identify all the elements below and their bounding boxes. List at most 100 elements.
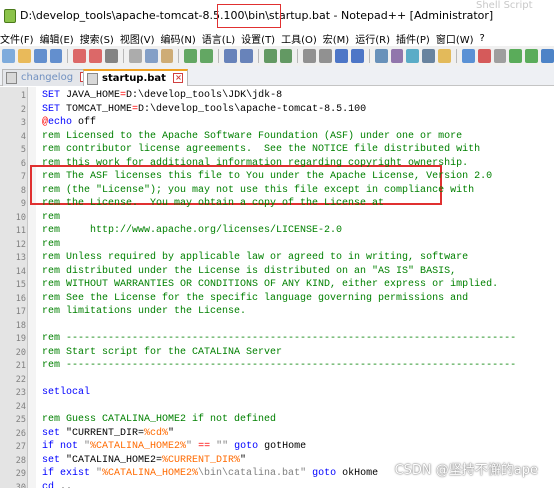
- tab-startup-bat[interactable]: startup.bat ×: [83, 69, 189, 86]
- code-line[interactable]: rem Licensed to the Apache Software Foun…: [42, 130, 462, 144]
- stop-icon[interactable]: [493, 49, 507, 63]
- code-token: rem Start script for the CATALINA Server: [42, 346, 283, 358]
- code-line[interactable]: cd ..: [42, 481, 72, 488]
- sync-v-icon[interactable]: [303, 49, 317, 63]
- menu-item[interactable]: 视图(V): [120, 31, 161, 46]
- menu-item[interactable]: 运行(R): [355, 31, 396, 46]
- redo-icon[interactable]: [200, 49, 214, 63]
- code-token: set: [42, 454, 67, 466]
- record-icon[interactable]: [477, 49, 491, 63]
- code-line[interactable]: rem See the License for the specific lan…: [42, 292, 468, 306]
- save-icon[interactable]: [33, 49, 47, 63]
- menu-item[interactable]: 语言(L): [202, 31, 241, 46]
- close-icon[interactable]: ×: [173, 73, 184, 83]
- code-token: %cd%: [144, 427, 169, 439]
- line-number: 18: [15, 320, 26, 331]
- code-line[interactable]: rem ------------------------------------…: [42, 332, 516, 346]
- code-line[interactable]: rem ------------------------------------…: [42, 359, 516, 373]
- code-line[interactable]: rem the License. You may obtain a copy o…: [42, 197, 384, 211]
- line-number: 16: [15, 293, 26, 304]
- play-multi-icon[interactable]: [525, 49, 539, 63]
- replace-icon[interactable]: [239, 49, 253, 63]
- code-line[interactable]: rem (the "License"); you may not use thi…: [42, 184, 474, 198]
- sync-h-icon[interactable]: [319, 49, 332, 63]
- menu-item[interactable]: 编辑(E): [40, 31, 80, 46]
- notepad-plus-plus-icon: [4, 9, 16, 23]
- code-token: %CATALINA_HOME2%: [90, 441, 187, 452]
- tab-changelog[interactable]: changelog ×: [2, 69, 96, 86]
- code-line[interactable]: if not "%CATALINA_HOME2%" == "" goto got…: [42, 440, 306, 454]
- close-all-icon[interactable]: [89, 49, 103, 63]
- zoom-out-icon[interactable]: [279, 49, 293, 63]
- line-number: 21: [15, 361, 26, 371]
- code-line[interactable]: rem distributed under the License is dis…: [42, 265, 456, 279]
- code-token: TOMCAT_HOME: [66, 103, 133, 115]
- code-line[interactable]: rem: [42, 238, 60, 252]
- code-line[interactable]: rem contributor license agreements. See …: [42, 143, 480, 157]
- code-line[interactable]: @echo off: [42, 116, 96, 130]
- code-line[interactable]: rem http://www.apache.org/licenses/LICEN…: [42, 224, 342, 238]
- code-line[interactable]: rem this work for additional information…: [42, 157, 468, 171]
- menu-item[interactable]: 窗口(W): [436, 31, 480, 46]
- new-icon[interactable]: [2, 49, 15, 63]
- copy-icon[interactable]: [144, 49, 158, 63]
- file-icon: [87, 73, 98, 85]
- open-icon[interactable]: [17, 49, 31, 63]
- code-line[interactable]: set "CATALINA_HOME2=%CURRENT_DIR%": [42, 454, 246, 468]
- code-line[interactable]: SET TOMCAT_HOME=D:\develop_tools\apache-…: [42, 103, 366, 117]
- save-all-icon[interactable]: [49, 49, 63, 63]
- find-icon[interactable]: [224, 49, 237, 63]
- all-chars-icon[interactable]: [350, 49, 364, 63]
- cut-icon[interactable]: [128, 49, 142, 63]
- save-macro-icon[interactable]: [541, 49, 554, 63]
- code-line[interactable]: rem: [42, 211, 60, 225]
- line-number: 8: [20, 185, 26, 196]
- fold-margin: [28, 87, 36, 488]
- code-line[interactable]: rem limitations under the License.: [42, 305, 246, 319]
- indent-guide-icon[interactable]: [374, 49, 388, 63]
- menu-item[interactable]: 搜索(S): [80, 31, 120, 46]
- paste-icon[interactable]: [160, 49, 174, 63]
- menu-item[interactable]: 编码(N): [161, 31, 202, 46]
- code-token: JAVA_HOME: [66, 90, 121, 101]
- code-line[interactable]: rem Start script for the CATALINA Server: [42, 346, 282, 360]
- zoom-in-icon[interactable]: [263, 49, 277, 63]
- line-number: 2: [20, 104, 26, 115]
- code-token: setlocal: [42, 387, 91, 398]
- print-icon[interactable]: [105, 49, 118, 63]
- folder-icon[interactable]: [438, 49, 451, 63]
- toolbar-separator: [455, 49, 457, 63]
- code-token: ": [168, 427, 175, 439]
- line-number: 27: [15, 442, 26, 452]
- menu-item[interactable]: 宏(M): [323, 31, 355, 46]
- line-number: 13: [15, 253, 26, 263]
- code-line[interactable]: if exist "%CATALINA_HOME2%\bin\catalina.…: [42, 467, 378, 481]
- code-token: gotHome: [258, 441, 307, 452]
- monitor-icon[interactable]: [461, 49, 475, 63]
- toolbar-separator: [368, 49, 370, 63]
- code-token: rem Licensed to the Apache Software Foun…: [42, 130, 463, 142]
- play-icon[interactable]: [509, 49, 523, 63]
- close-icon[interactable]: [73, 49, 87, 63]
- doc-map-icon[interactable]: [406, 49, 420, 63]
- menu-item[interactable]: ?: [480, 33, 491, 44]
- menu-item[interactable]: 插件(P): [396, 31, 436, 46]
- code-line[interactable]: SET JAVA_HOME=D:\develop_tools\JDK\jdk-8: [42, 89, 282, 103]
- line-number: 1: [20, 91, 26, 101]
- code-line[interactable]: rem Unless required by applicable law or…: [42, 251, 468, 265]
- code-line[interactable]: rem WITHOUT WARRANTIES OR CONDITIONS OF …: [42, 278, 498, 292]
- code-line[interactable]: rem Guess CATALINA_HOME2 if not defined: [42, 413, 276, 427]
- editor-area[interactable]: 1 SET JAVA_HOME=D:\develop_tools\JDK\jdk-…: [0, 87, 554, 488]
- menu-item[interactable]: 工具(O): [281, 31, 323, 46]
- menu-item[interactable]: 文件(F): [0, 31, 40, 46]
- undo-icon[interactable]: [184, 49, 198, 63]
- udl-icon[interactable]: [390, 49, 404, 63]
- menu-item[interactable]: 设置(T): [241, 31, 281, 46]
- func-list-icon[interactable]: [422, 49, 436, 63]
- code-line[interactable]: rem The ASF licenses this file to You un…: [42, 170, 492, 184]
- code-line[interactable]: set "CURRENT_DIR=%cd%": [42, 427, 174, 441]
- code-token: ": [240, 454, 247, 466]
- wrap-icon[interactable]: [335, 49, 348, 63]
- code-token: SET: [42, 103, 67, 115]
- code-line[interactable]: setlocal: [42, 386, 90, 400]
